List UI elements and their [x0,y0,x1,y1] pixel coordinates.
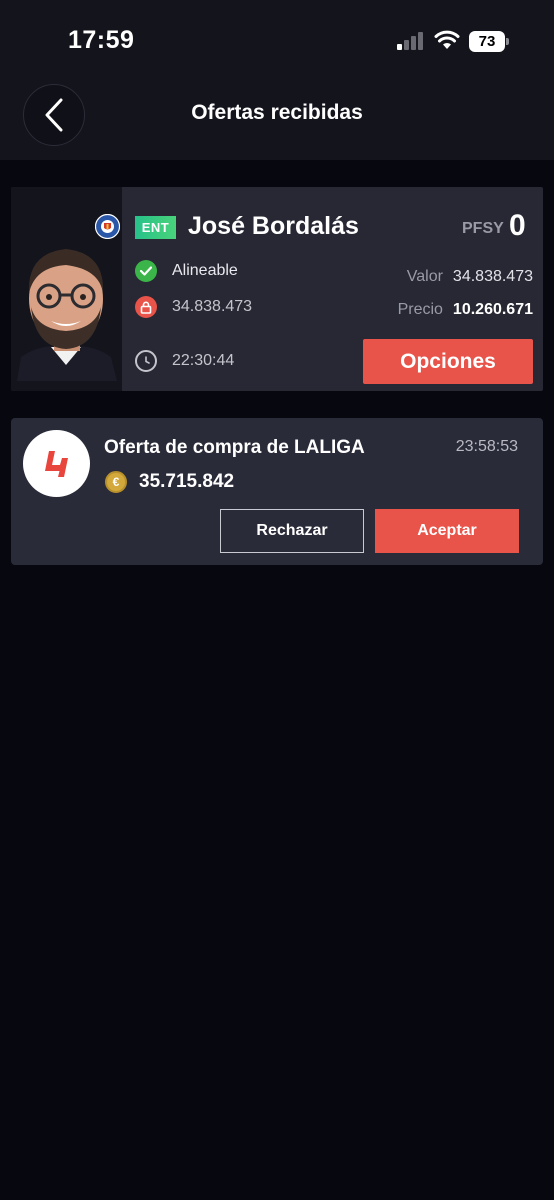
coin-icon: € [105,471,127,493]
value-label: Valor [406,268,443,285]
clause-row: 34.838.473 [135,296,252,318]
pfsy-value: 0 [509,209,526,242]
player-photo-panel [11,187,122,391]
value-row: Valor 34.838.473 [407,268,533,286]
time-remaining: 22:30:44 [172,352,235,369]
top-bar: 17:59 73 Ofertas recibidas [0,0,554,160]
availability-row: Alineable [135,260,238,282]
availability-text: Alineable [172,262,238,279]
offer-card: Oferta de compra de LALIGA 23:58:53 € 35… [11,418,543,565]
laliga-logo-icon [44,450,68,477]
pfsy-label: PFSY [462,220,504,237]
page-title: Ofertas recibidas [191,101,363,124]
accept-button[interactable]: Aceptar [375,509,519,553]
player-name[interactable]: José Bordalás [188,212,359,241]
position-badge: ENT [135,216,176,239]
price-label: Precio [397,301,443,318]
price-amount: 10.260.671 [452,301,533,318]
value-amount: 34.838.473 [452,268,533,285]
status-time: 17:59 [68,26,135,54]
player-card[interactable]: ENT José Bordalás PFSY 0 Alineable 34.83… [11,187,543,391]
reject-button[interactable]: Rechazar [220,509,364,553]
player-photo [11,235,122,381]
cellular-signal-icon [397,32,427,50]
price-row: Precio 10.260.671 [398,301,533,319]
check-circle-icon [135,260,157,282]
offer-time: 23:58:53 [455,438,518,455]
clause-value: 34.838.473 [172,298,253,315]
options-button[interactable]: Opciones [363,339,533,384]
battery-indicator: 73 [469,31,505,52]
offer-amount: 35.715.842 [139,471,235,492]
status-bar: 17:59 73 [0,0,554,80]
lock-icon [135,296,157,318]
wifi-icon [434,30,460,49]
league-logo [23,430,90,497]
time-row: 22:30:44 [135,350,234,372]
offer-title: Oferta de compra de LALIGA [104,437,365,458]
clock-icon [135,350,157,372]
club-crest-icon [95,214,120,239]
battery-cap [506,38,509,45]
